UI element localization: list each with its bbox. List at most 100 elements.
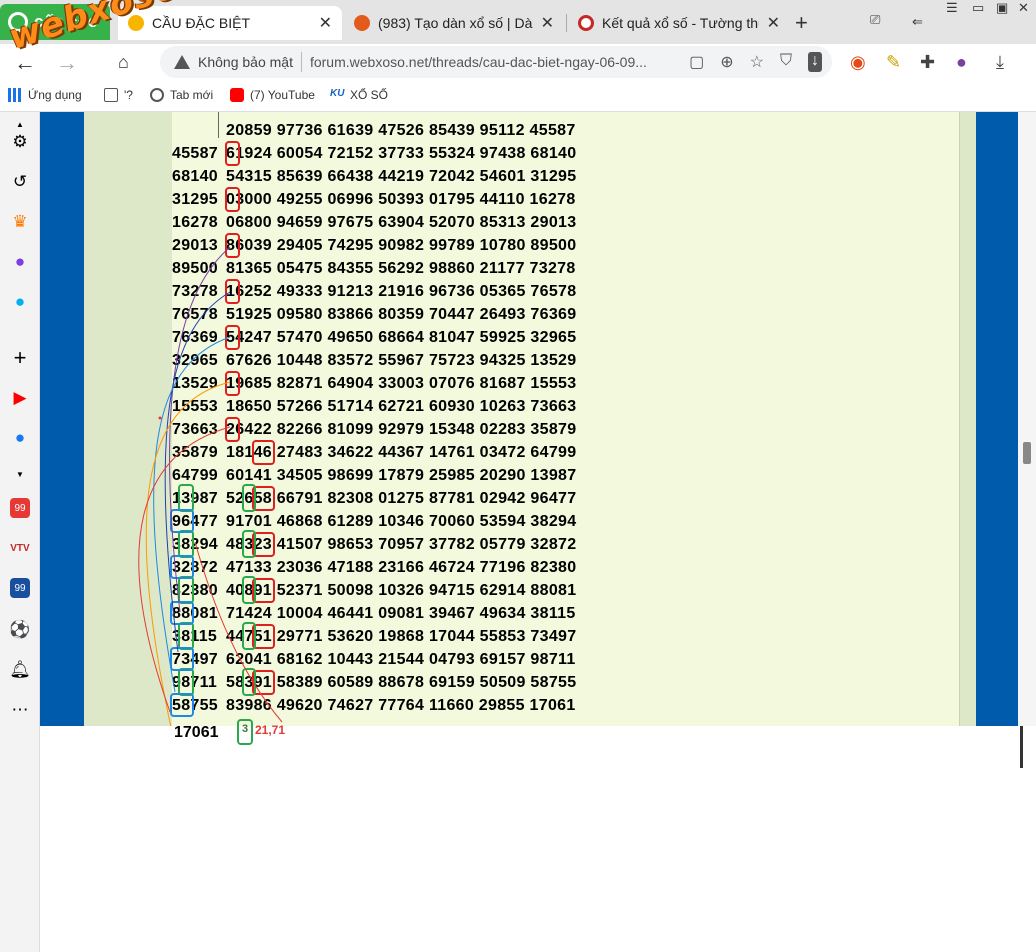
prize-numbers: 54247 57470 49650 68664 81047 59925 3296… xyxy=(226,329,577,346)
green-highlight-box xyxy=(178,622,194,650)
prize-numbers: 48323 41507 98653 70957 37782 05779 3287… xyxy=(226,536,577,553)
chevron-down-icon[interactable]: ▼ xyxy=(10,464,30,484)
profile-icon[interactable]: ● xyxy=(956,52,967,73)
close-tab-icon[interactable]: ✕ xyxy=(767,13,780,33)
scrollbar-thumb[interactable] xyxy=(1023,442,1031,464)
extensions-icon[interactable]: ✚ xyxy=(920,52,935,73)
previous-result: 76369 xyxy=(172,329,218,346)
bookmark-apps[interactable]: Ứng dụng xyxy=(8,88,82,102)
blue-highlight-box xyxy=(170,647,194,671)
browser-sidebar: ▲ ⚙ ↺ ♛ ● ● + ▶ ● ▼ 99 VTV 99 ⚽ 🔔︎ ⋯ xyxy=(0,112,40,952)
prize-numbers: 44751 29771 53620 19868 17044 55853 7349… xyxy=(226,628,577,645)
browser-window: cốc cốc CẦU ĐẶC BIỆT ✕ (983) Tạo dàn xổ … xyxy=(0,0,1036,952)
blue-highlight-box xyxy=(170,509,194,533)
minimize-icon[interactable]: ▭ xyxy=(972,0,984,20)
prize-numbers: 67626 10448 83572 55967 75723 94325 1352… xyxy=(226,352,577,369)
chrome-extension-icon[interactable]: ◉ xyxy=(850,52,866,73)
bookmark-youtube[interactable]: (7) YouTube xyxy=(230,88,315,102)
add-panel-icon[interactable]: + xyxy=(10,345,30,370)
sidebar-toggle-icon[interactable]: ⇐ xyxy=(912,14,923,34)
tab-search-icon[interactable]: ⎚ xyxy=(870,12,880,32)
crown-icon[interactable]: ♛ xyxy=(10,212,30,232)
security-label: Không bảo mật xyxy=(198,54,293,70)
forward-icon[interactable]: → xyxy=(56,50,78,76)
apps-grid-icon xyxy=(8,88,22,102)
more-icon[interactable]: ⋯ xyxy=(10,700,30,720)
bookmarks-bar: Ứng dụng '? Tab mới (7) YouTube KU XỔ SỐ xyxy=(0,80,1036,112)
bookmark-xoso[interactable]: KU XỔ SỐ xyxy=(330,88,388,102)
bookmark-label: '? xyxy=(124,88,133,102)
zoom-icon[interactable]: ⊕ xyxy=(720,52,733,72)
bookmark-new-tab[interactable]: Tab mới xyxy=(150,88,213,102)
settings-gear-icon[interactable]: ⚙ xyxy=(10,132,30,152)
previous-result: 13529 xyxy=(172,375,218,392)
green-highlight-box xyxy=(242,668,256,696)
prize-numbers: 81365 05475 84355 56292 98860 21177 7327… xyxy=(226,260,576,277)
previous-result: 73278 xyxy=(172,283,218,300)
new-tab-button[interactable]: + xyxy=(795,10,808,36)
tab-ket-qua[interactable]: Kết quả xổ số - Tường thu ✕ xyxy=(568,6,790,40)
menu-icon[interactable]: ☰ xyxy=(946,0,958,20)
facebook-icon[interactable]: ● xyxy=(10,428,30,448)
warning-icon xyxy=(174,55,190,69)
screenshot-icon[interactable]: ▢ xyxy=(689,52,704,72)
omnibox-actions: ▢ ⊕ ☆ ⛉ ↓ xyxy=(689,52,822,72)
shopee-icon[interactable]: 99 xyxy=(10,498,30,518)
downloads-icon[interactable]: ⤓ xyxy=(996,52,1004,73)
shield-icon[interactable]: ⛉ xyxy=(780,52,792,72)
page-left-border xyxy=(40,112,84,726)
page-scrollbar[interactable] xyxy=(1018,112,1036,726)
green-highlight-box xyxy=(242,484,256,512)
restore-icon[interactable]: ▣ xyxy=(996,0,1008,20)
table-divider xyxy=(218,112,219,138)
green-highlight-box xyxy=(178,668,194,696)
address-bar[interactable]: Không bảo mật forum.webxoso.net/threads/… xyxy=(160,46,832,78)
close-tab-icon[interactable]: ✕ xyxy=(319,13,332,33)
prize-numbers: 19685 82871 64904 33003 07076 81687 1555… xyxy=(226,375,577,392)
prize-numbers: 83986 49620 74627 77764 11660 29855 1706… xyxy=(226,697,576,714)
download-page-icon[interactable]: ↓ xyxy=(808,52,822,72)
bookmark-folder[interactable]: '? xyxy=(104,88,133,102)
green-highlight-box xyxy=(242,622,256,650)
tiki-icon[interactable]: 99 xyxy=(10,578,30,598)
toolbar: ← → ⌂ Không bảo mật forum.webxoso.net/th… xyxy=(0,44,1036,80)
notification-bell-icon[interactable]: 🔔︎ xyxy=(9,660,31,680)
red-highlight-box xyxy=(225,141,240,166)
red-highlight-box xyxy=(225,233,240,258)
football-icon[interactable]: ⚽ xyxy=(9,620,30,640)
omnibox-divider xyxy=(300,52,302,72)
previous-result: 68140 xyxy=(172,168,218,185)
prize-numbers: 18146 27483 34622 44367 14761 03472 6479… xyxy=(226,444,577,461)
previous-result: 31295 xyxy=(172,191,218,208)
previous-result: 76578 xyxy=(172,306,218,323)
pencil-icon[interactable]: ✎ xyxy=(886,52,901,73)
tab-title: Kết quả xổ số - Tường thu xyxy=(602,15,759,31)
scroll-up-icon[interactable]: ▲ xyxy=(10,114,30,134)
green-highlight-box xyxy=(178,484,194,512)
messenger-icon[interactable]: ● xyxy=(10,252,30,272)
prize-numbers: 26422 82266 81099 92979 15348 02283 3587… xyxy=(226,421,577,438)
previous-result: 64799 xyxy=(172,467,218,484)
prize-numbers: 06800 94659 97675 63904 52070 85313 2901… xyxy=(226,214,577,231)
home-icon[interactable]: ⌂ xyxy=(118,52,129,73)
youtube-icon xyxy=(230,88,244,102)
bookmark-star-icon[interactable]: ☆ xyxy=(750,52,764,72)
prize-numbers: 86039 29405 74295 90982 99789 10780 8950… xyxy=(226,237,577,254)
firefox-icon xyxy=(354,15,370,31)
prize-numbers: 54315 85639 66438 44219 72042 54601 3129… xyxy=(226,168,577,185)
history-icon[interactable]: ↺ xyxy=(10,172,30,192)
vtv-icon[interactable]: VTV xyxy=(10,538,30,558)
youtube-sidebar-icon[interactable]: ▶ xyxy=(10,388,30,408)
previous-result: 32965 xyxy=(172,352,218,369)
tab-tao-dan[interactable]: (983) Tạo dàn xổ số | Dàn ✕ xyxy=(344,6,564,40)
red-highlight-box xyxy=(225,325,240,350)
folder-icon xyxy=(104,88,118,102)
skype-icon[interactable]: ● xyxy=(10,292,30,312)
tab-title: CẦU ĐẶC BIỆT xyxy=(152,15,251,31)
cut-off-row: 51371 37482 03416 60106 33002 31013 3343… xyxy=(226,112,564,117)
close-tab-icon[interactable]: ✕ xyxy=(541,13,554,33)
url-text[interactable]: forum.webxoso.net/threads/cau-dac-biet-n… xyxy=(310,54,660,70)
last-prev-number: 17061 xyxy=(174,724,219,741)
prize-numbers: 61924 60054 72152 37733 55324 97438 6814… xyxy=(226,145,577,162)
close-window-icon[interactable]: ✕ xyxy=(1018,0,1029,20)
